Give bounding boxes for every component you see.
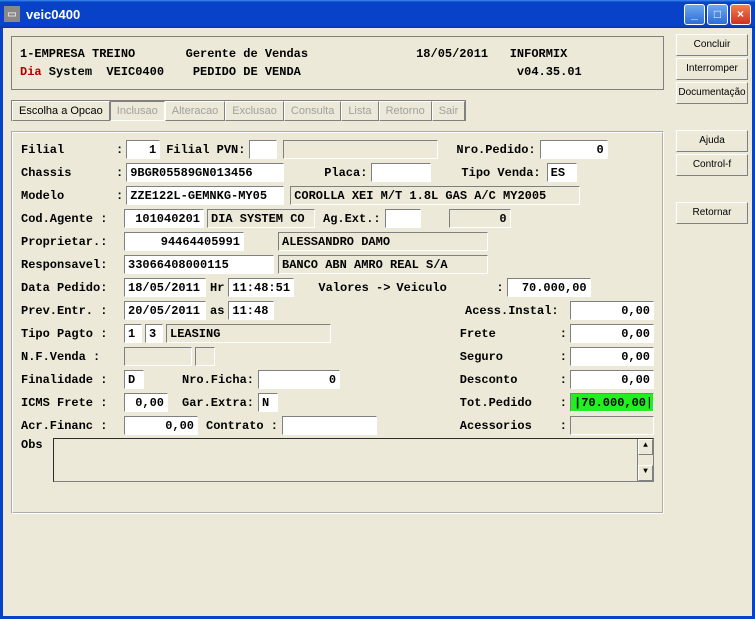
nf-venda1 (124, 347, 192, 366)
responsavel-cod-field[interactable] (124, 255, 274, 274)
toolbar-lista[interactable]: Lista (341, 101, 378, 121)
tipo-pagto2-field[interactable] (145, 324, 163, 343)
responsavel-desc (278, 255, 488, 274)
proprietar-desc (278, 232, 488, 251)
tot-pedido-field (570, 393, 654, 412)
cod-agente-field[interactable] (124, 209, 204, 228)
side-ajuda[interactable]: Ajuda (676, 130, 748, 152)
label-veiculo: Veiculo (396, 281, 496, 295)
ag-ext2 (449, 209, 511, 228)
nro-pedido-field[interactable] (540, 140, 608, 159)
label-cod-agente: Cod.Agente : (21, 212, 121, 226)
close-button[interactable]: × (730, 4, 751, 25)
toolbar-exclusao[interactable]: Exclusao (225, 101, 284, 121)
label-valores: Valores -> (318, 281, 390, 295)
filial-field[interactable] (126, 140, 160, 159)
scroll-up-icon[interactable]: ▲ (638, 439, 653, 455)
label-responsavel: Responsavel: (21, 258, 121, 272)
side-panel: Concluir Interromper Documentação Ajuda … (672, 28, 752, 616)
tipo-pagto-desc (166, 324, 331, 343)
titlebar: ▭ veic0400 _ □ × (0, 0, 755, 28)
veiculo-field[interactable] (507, 278, 591, 297)
label-filial-pvn: Filial PVN: (166, 143, 245, 157)
label-proprietar: Proprietar.: (21, 235, 121, 249)
label-acess-instal: Acess.Instal: (465, 304, 570, 318)
label-icms-frete: ICMS Frete : (21, 396, 121, 410)
toolbar-sair[interactable]: Sair (432, 101, 466, 121)
side-retornar[interactable]: Retornar (676, 202, 748, 224)
side-documentacao[interactable]: Documentação (676, 82, 748, 104)
scrollbar[interactable]: ▲ ▼ (637, 439, 653, 481)
label-prev-entr: Prev.Entr. : (21, 304, 121, 318)
tipo-pagto1-field[interactable] (124, 324, 142, 343)
label-desconto: Desconto (460, 373, 560, 387)
label-tot-pedido: Tot.Pedido (460, 396, 560, 410)
toolbar: Escolha a Opcao Inclusao Alteracao Exclu… (11, 100, 466, 121)
nf-venda2 (195, 347, 215, 366)
seguro-field[interactable] (570, 347, 654, 366)
label-acessorios: Acessorios (460, 419, 560, 433)
label-data-pedido: Data Pedido: (21, 281, 121, 295)
scroll-down-icon[interactable]: ▼ (638, 465, 653, 481)
label-acr-financ: Acr.Financ : (21, 419, 121, 433)
toolbar-inclusao[interactable]: Inclusao (110, 101, 165, 121)
label-modelo: Modelo (21, 189, 116, 203)
toolbar-consulta[interactable]: Consulta (284, 101, 341, 121)
label-tipo-venda: Tipo Venda: (461, 166, 540, 180)
toolbar-retorno[interactable]: Retorno (379, 101, 432, 121)
contrato-field[interactable] (282, 416, 377, 435)
label-nf-venda: N.F.Venda : (21, 350, 121, 364)
label-obs: Obs (21, 438, 49, 452)
prev-entr-field[interactable] (124, 301, 206, 320)
label-contrato: Contrato : (206, 419, 278, 433)
acess-instal-field[interactable] (570, 301, 654, 320)
side-interromper[interactable]: Interromper (676, 58, 748, 80)
ag-ext-field[interactable] (385, 209, 421, 228)
label-filial: Filial (21, 143, 116, 157)
obs-box[interactable]: ▲ ▼ (53, 438, 654, 482)
form-panel: Filial: Filial PVN: Nro.Pedido: Chassis:… (11, 131, 664, 514)
label-seguro: Seguro (460, 350, 560, 364)
proprietar-cod-field[interactable] (124, 232, 244, 251)
label-placa: Placa: (324, 166, 367, 180)
label-hr: Hr (210, 281, 224, 295)
label-as: as (210, 304, 224, 318)
label-gar-extra: Gar.Extra: (182, 396, 254, 410)
label-nro-ficha: Nro.Ficha: (182, 373, 254, 387)
minimize-button[interactable]: _ (684, 4, 705, 25)
label-nro-pedido: Nro.Pedido: (456, 143, 535, 157)
app-icon: ▭ (4, 6, 20, 22)
label-finalidade: Finalidade : (21, 373, 121, 387)
chassis-field[interactable] (126, 163, 284, 182)
data-pedido-field[interactable] (124, 278, 206, 297)
gar-extra-field[interactable] (258, 393, 278, 412)
acessorios-field (570, 416, 654, 435)
modelo-desc (290, 186, 580, 205)
acr-financ-field[interactable] (124, 416, 198, 435)
label-ag-ext: Ag.Ext.: (323, 212, 381, 226)
placa-field[interactable] (371, 163, 431, 182)
side-controlf[interactable]: Control-f (676, 154, 748, 176)
label-chassis: Chassis (21, 166, 116, 180)
nro-ficha-field[interactable] (258, 370, 340, 389)
side-concluir[interactable]: Concluir (676, 34, 748, 56)
filial-pvn-field[interactable] (249, 140, 277, 159)
label-tipo-pagto: Tipo Pagto : (21, 327, 121, 341)
window-title: veic0400 (24, 7, 684, 22)
hr-field[interactable] (228, 278, 294, 297)
as-field[interactable] (228, 301, 274, 320)
label-frete: Frete (460, 327, 560, 341)
toolbar-escolha[interactable]: Escolha a Opcao (12, 101, 110, 121)
desconto-field[interactable] (570, 370, 654, 389)
icms-frete-field[interactable] (124, 393, 168, 412)
toolbar-alteracao[interactable]: Alteracao (165, 101, 225, 121)
modelo-cod-field[interactable] (126, 186, 284, 205)
maximize-button[interactable]: □ (707, 4, 728, 25)
filial-pvn-desc (283, 140, 438, 159)
header-block: 1-EMPRESA TREINO Gerente de Vendas 18/05… (11, 36, 664, 90)
cod-agente-desc (207, 209, 315, 228)
tipo-venda-field[interactable] (547, 163, 577, 182)
frete-field[interactable] (570, 324, 654, 343)
finalidade-field[interactable] (124, 370, 144, 389)
